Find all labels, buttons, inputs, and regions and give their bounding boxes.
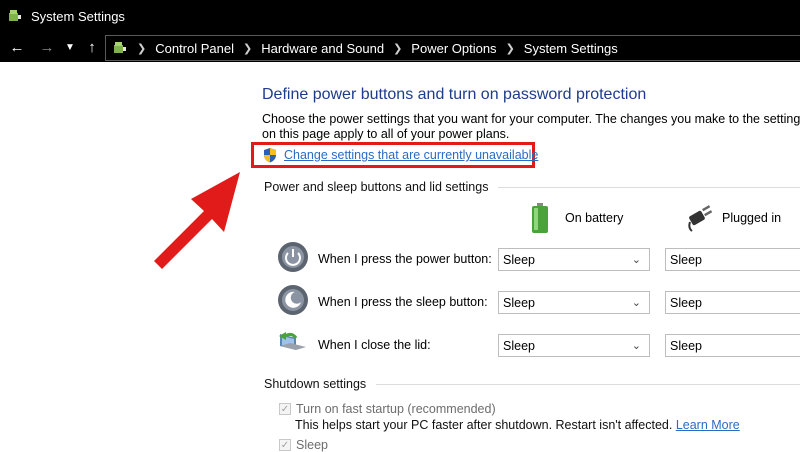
fast-startup-checkbox[interactable]: ✓: [279, 403, 291, 415]
power-button-battery-select[interactable]: Sleep ⌄: [498, 248, 650, 271]
power-options-icon: [112, 40, 128, 56]
navigation-bar: ← → ▼ ↑ ❯ Control Panel ❯ Hardware and S…: [0, 32, 800, 62]
select-value: Sleep: [503, 295, 535, 310]
fast-startup-label: Turn on fast startup (recommended): [296, 402, 496, 416]
power-button-icon: [278, 242, 308, 272]
select-value: Sleep: [503, 252, 535, 267]
laptop-lid-icon: [279, 332, 306, 350]
uac-shield-icon: [263, 147, 277, 163]
sleep-checkbox[interactable]: ✓: [279, 439, 291, 451]
power-button-plugged-select[interactable]: Sleep: [665, 248, 800, 271]
on-battery-column-header: On battery: [530, 202, 623, 234]
power-plug-icon: [688, 205, 712, 232]
sleep-button-icon: [278, 285, 308, 315]
close-lid-plugged-select[interactable]: Sleep: [665, 334, 800, 357]
sleep-button-plugged-select[interactable]: Sleep: [665, 291, 800, 314]
chevron-right-icon: ❯: [505, 42, 515, 55]
select-value: Sleep: [503, 338, 535, 353]
chevron-right-icon: ❯: [393, 42, 403, 55]
section-title: Shutdown settings: [264, 377, 367, 391]
chevron-down-icon: ⌄: [631, 297, 641, 309]
fast-startup-help: This helps start your PC faster after sh…: [295, 418, 740, 432]
plugged-in-label: Plugged in: [722, 211, 782, 225]
page-description: Choose the power settings that you want …: [262, 112, 800, 141]
fast-startup-checkbox-row[interactable]: ✓ Turn on fast startup (recommended): [279, 402, 496, 416]
breadcrumb-power-options[interactable]: Power Options: [411, 41, 496, 56]
plugged-in-column-header: Plugged in: [686, 204, 781, 232]
chevron-down-icon: ⌄: [631, 340, 641, 352]
power-options-icon: [7, 8, 23, 24]
on-battery-label: On battery: [565, 211, 624, 225]
red-arrow-annotation: [154, 172, 240, 269]
breadcrumb-control-panel[interactable]: Control Panel: [155, 41, 234, 56]
window-title: System Settings: [31, 8, 125, 24]
breadcrumb-hardware-and-sound[interactable]: Hardware and Sound: [261, 41, 384, 56]
address-bar[interactable]: ❯ Control Panel ❯ Hardware and Sound ❯ P…: [105, 35, 800, 61]
select-value: Sleep: [670, 252, 702, 267]
sleep-button-battery-select[interactable]: Sleep ⌄: [498, 291, 650, 314]
chevron-right-icon: ❯: [243, 42, 253, 55]
main-content: Define power buttons and turn on passwor…: [0, 62, 800, 452]
divider: [498, 186, 800, 188]
learn-more-link[interactable]: Learn More: [676, 418, 740, 432]
fast-startup-help-text: This helps start your PC faster after sh…: [295, 418, 673, 432]
breadcrumb-system-settings[interactable]: System Settings: [524, 41, 618, 56]
change-settings-link[interactable]: Change settings that are currently unava…: [284, 148, 538, 162]
battery-icon: [532, 203, 548, 233]
select-value: Sleep: [670, 338, 702, 353]
chevron-right-icon: ❯: [137, 42, 147, 55]
title-bar: System Settings: [0, 0, 800, 32]
forward-arrow-icon[interactable]: →: [36, 32, 58, 62]
shutdown-section-header: Shutdown settings: [264, 377, 800, 391]
sleep-button-label: When I press the sleep button:: [318, 295, 488, 309]
section-title: Power and sleep buttons and lid settings: [264, 180, 489, 194]
power-button-label: When I press the power button:: [318, 252, 492, 266]
power-buttons-section-header: Power and sleep buttons and lid settings: [264, 180, 800, 194]
recent-locations-chevron-icon[interactable]: ▼: [63, 32, 77, 62]
change-settings-highlight: Change settings that are currently unava…: [251, 142, 538, 168]
close-lid-battery-select[interactable]: Sleep ⌄: [498, 334, 650, 357]
up-arrow-icon[interactable]: ↑: [82, 32, 102, 62]
chevron-down-icon: ⌄: [631, 254, 641, 266]
page-title: Define power buttons and turn on passwor…: [262, 86, 647, 103]
close-lid-label: When I close the lid:: [318, 338, 431, 352]
select-value: Sleep: [670, 295, 702, 310]
back-arrow-icon[interactable]: ←: [6, 32, 28, 62]
divider: [376, 383, 800, 385]
